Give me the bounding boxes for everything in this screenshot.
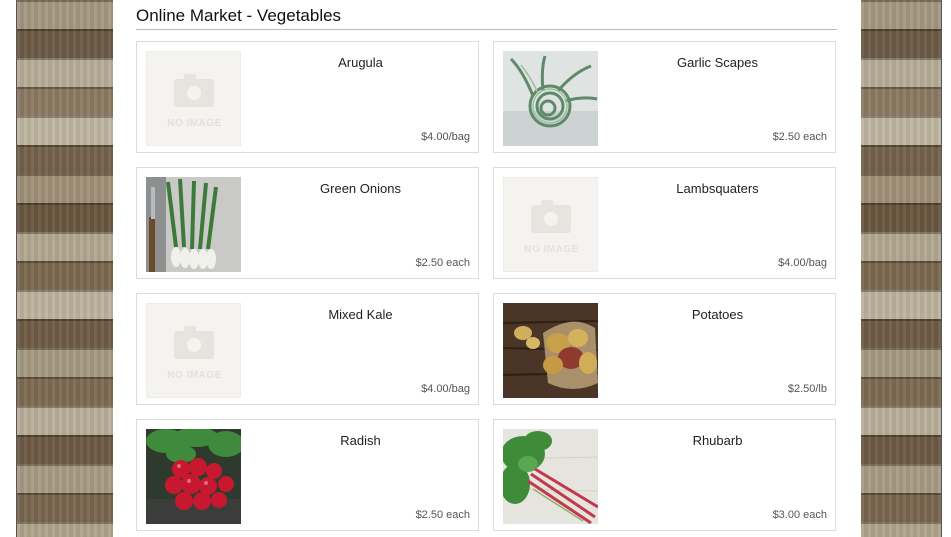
product-price: $2.50 each (415, 509, 470, 521)
potatoes-image[interactable] (503, 303, 598, 398)
product-card-green-onions[interactable]: Green Onions $2.50 each (136, 167, 479, 279)
no-image-label: NO IMAGE (524, 244, 579, 255)
product-card-potatoes[interactable]: Potatoes $2.50/lb (493, 293, 836, 405)
product-card-rhubarb[interactable]: Rhubarb $3.00 each (493, 419, 836, 531)
wood-background-right (861, 0, 942, 537)
product-name[interactable]: Green Onions (241, 181, 480, 196)
no-image-placeholder: NO IMAGE (146, 51, 241, 146)
product-name[interactable]: Mixed Kale (241, 307, 480, 322)
no-image-label: NO IMAGE (167, 370, 222, 381)
product-name[interactable]: Arugula (241, 55, 480, 70)
product-card-garlic-scapes[interactable]: Garlic Scapes $2.50 each (493, 41, 836, 153)
product-card-mixed-kale[interactable]: NO IMAGE Mixed Kale $4.00/bag (136, 293, 479, 405)
camera-icon (174, 326, 214, 359)
product-price: $2.50 each (772, 131, 827, 143)
no-image-placeholder: NO IMAGE (146, 303, 241, 398)
green-onions-image[interactable] (146, 177, 241, 272)
title-divider (136, 29, 837, 30)
no-image-label: NO IMAGE (167, 118, 222, 129)
garlic-scapes-image[interactable] (503, 51, 598, 146)
product-price: $4.00/bag (778, 257, 827, 269)
product-name[interactable]: Garlic Scapes (598, 55, 837, 70)
product-price: $2.50/lb (787, 383, 827, 395)
product-name[interactable]: Lambsquaters (598, 181, 837, 196)
product-name[interactable]: Rhubarb (598, 433, 837, 448)
no-image-placeholder: NO IMAGE (503, 177, 598, 272)
camera-icon (174, 74, 214, 107)
product-price: $4.00/bag (421, 383, 470, 395)
rhubarb-image[interactable] (503, 429, 598, 524)
product-card-arugula[interactable]: NO IMAGE Arugula $4.00/bag (136, 41, 479, 153)
product-card-lambsquaters[interactable]: NO IMAGE Lambsquaters $4.00/bag (493, 167, 836, 279)
product-price: $4.00/bag (421, 131, 470, 143)
product-price: $3.00 each (772, 509, 827, 521)
product-price: $2.50 each (415, 257, 470, 269)
product-card-radish[interactable]: Radish $2.50 each (136, 419, 479, 531)
product-name[interactable]: Potatoes (598, 307, 837, 322)
wood-background-left (16, 0, 114, 537)
radish-image[interactable] (146, 429, 241, 524)
product-name[interactable]: Radish (241, 433, 480, 448)
page-title: Online Market - Vegetables (136, 6, 342, 25)
camera-icon (531, 200, 571, 233)
market-page: Online Market - Vegetables NO IMAGE Arug… (113, 0, 861, 537)
